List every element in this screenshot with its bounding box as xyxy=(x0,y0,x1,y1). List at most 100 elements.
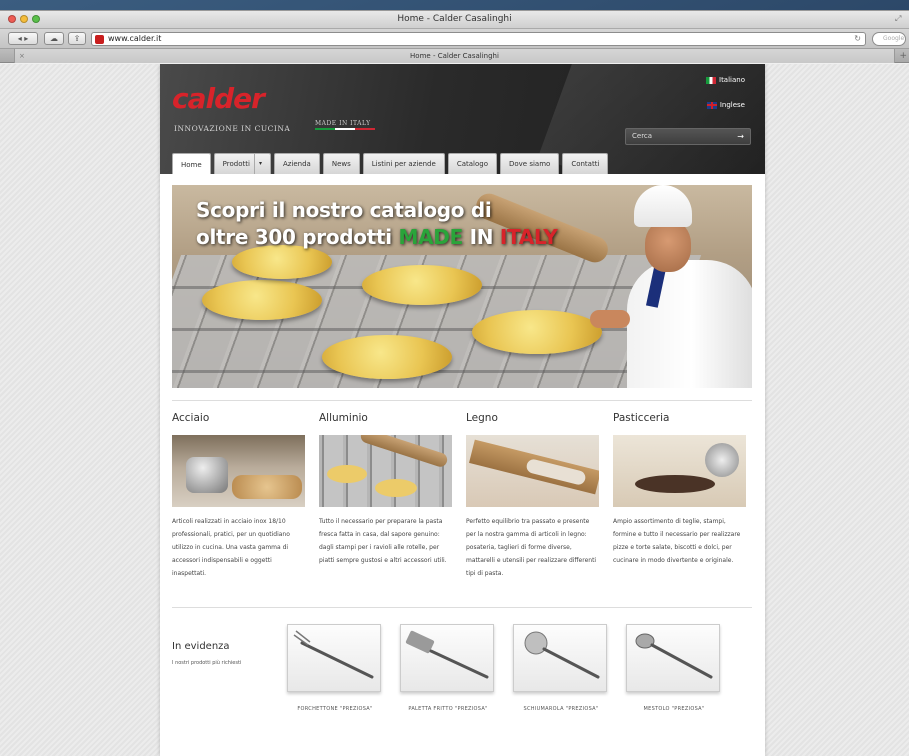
nav-home-label: Home xyxy=(181,160,202,169)
product-image[interactable] xyxy=(513,624,607,692)
rolling-pin xyxy=(359,435,449,469)
made-in-italy-badge: MADE IN ITALY xyxy=(315,120,371,127)
window-title: Home - Calder Casalinghi xyxy=(397,14,512,24)
nav-listini[interactable]: Listini per aziende xyxy=(362,153,445,174)
hero-headline: Scopri il nostro catalogo di oltre 300 p… xyxy=(196,197,558,251)
product-schiumarola[interactable]: SCHIUMAROLA "PREZIOSA" xyxy=(513,624,609,712)
nav-home[interactable]: Home xyxy=(172,153,211,174)
product-forchettone[interactable]: FORCHETTONE "PREZIOSA" xyxy=(287,624,383,712)
bread-rolls xyxy=(232,475,302,499)
title-bar: Home - Calder Casalinghi ⤢ xyxy=(0,11,909,29)
url-text: www.calder.it xyxy=(108,34,162,43)
calder-logo[interactable]: calder xyxy=(172,82,265,115)
product-label[interactable]: FORCHETTONE "PREZIOSA" xyxy=(287,706,383,712)
ravioli xyxy=(472,310,602,354)
hero-banner[interactable]: Scopri il nostro catalogo di oltre 300 p… xyxy=(172,185,752,388)
lang-italiano-label: Italiano xyxy=(719,76,745,84)
search-submit-arrow-icon[interactable]: → xyxy=(737,129,744,144)
favicon-icon xyxy=(95,35,104,44)
category-image-legno[interactable] xyxy=(466,435,599,507)
tab-bar: × Home - Calder Casalinghi + xyxy=(0,49,909,63)
fork-icon xyxy=(293,630,374,679)
flag-uk-icon xyxy=(706,101,717,109)
fullscreen-icon[interactable]: ⤢ xyxy=(895,15,903,23)
product-mestolo[interactable]: MESTOLO "PREZIOSA" xyxy=(626,624,722,712)
category-image-acciaio[interactable] xyxy=(172,435,305,507)
product-image[interactable] xyxy=(287,624,381,692)
web-page: calder INNOVAZIONE IN CUCINA MADE IN ITA… xyxy=(160,64,765,756)
nav-azienda[interactable]: Azienda xyxy=(273,153,320,174)
category-image-alluminio[interactable] xyxy=(319,435,452,507)
lang-italiano-link[interactable]: Italiano xyxy=(706,76,745,84)
tab-active[interactable]: × Home - Calder Casalinghi xyxy=(14,49,895,63)
page-viewport: calder INNOVAZIONE IN CUCINA MADE IN ITA… xyxy=(0,64,909,756)
browser-toolbar: ◂ ▸ ☁ ⇪ www.calder.it ↻ Google xyxy=(0,29,909,49)
nav-catalogo-label: Catalogo xyxy=(456,160,488,168)
nav-contatti[interactable]: Contatti xyxy=(562,153,609,174)
ravioli xyxy=(322,335,452,379)
chevron-down-icon[interactable]: ▾ xyxy=(253,154,262,174)
chef-hand xyxy=(590,310,630,328)
divider xyxy=(172,607,752,608)
product-label[interactable]: SCHIUMAROLA "PREZIOSA" xyxy=(513,706,609,712)
new-tab-button[interactable]: + xyxy=(899,49,907,63)
category-title[interactable]: Legno xyxy=(466,412,601,432)
nav-contatti-label: Contatti xyxy=(571,160,600,168)
hero-line-2-prefix: oltre 300 prodotti xyxy=(196,225,399,249)
featured-title: In evidenza xyxy=(172,641,230,652)
nav-dove-siamo-label: Dove siamo xyxy=(508,160,551,168)
chef-body xyxy=(627,260,752,388)
category-alluminio: Alluminio Tutto il necessario per prepar… xyxy=(319,412,454,567)
nav-news[interactable]: News xyxy=(322,153,360,174)
hero-line-2: oltre 300 prodotti MADE IN ITALY xyxy=(196,224,558,251)
chef-hat xyxy=(634,185,692,227)
divider xyxy=(172,400,752,401)
category-text: Perfetto equilibrio tra passato e presen… xyxy=(466,518,597,577)
ravioli xyxy=(375,479,417,497)
ravioli xyxy=(202,280,322,320)
ravioli xyxy=(327,465,367,483)
lang-inglese-link[interactable]: Inglese xyxy=(706,101,745,109)
hero-made: MADE xyxy=(398,225,463,249)
tab-title: Home - Calder Casalinghi xyxy=(410,52,499,60)
product-label[interactable]: MESTOLO "PREZIOSA" xyxy=(626,706,722,712)
category-acciaio: Acciaio Articoli realizzati in acciaio i… xyxy=(172,412,307,580)
product-label[interactable]: PALETTA FRITTO "PREZIOSA" xyxy=(400,706,496,712)
chef-face xyxy=(645,220,691,272)
site-search-placeholder: Cerca xyxy=(632,132,653,140)
nav-prodotti-label: Prodotti xyxy=(222,160,250,168)
nav-listini-label: Listini per aziende xyxy=(371,160,436,168)
share-button[interactable]: ⇪ xyxy=(68,32,86,45)
tab-close-icon[interactable]: × xyxy=(19,49,25,63)
site-search-input[interactable]: Cerca → xyxy=(625,128,751,145)
address-bar[interactable]: www.calder.it ↻ xyxy=(91,32,866,46)
browser-search-input[interactable]: Google xyxy=(872,32,906,46)
category-text: Articoli realizzati in acciaio inox 18/1… xyxy=(172,518,290,577)
nav-prodotti[interactable]: Prodotti ▾ xyxy=(213,153,271,174)
product-image[interactable] xyxy=(400,624,494,692)
nav-dove-siamo[interactable]: Dove siamo xyxy=(499,153,560,174)
steel-basket xyxy=(186,457,228,493)
nav-news-label: News xyxy=(331,160,351,168)
category-title[interactable]: Alluminio xyxy=(319,412,454,432)
product-image[interactable] xyxy=(626,624,720,692)
ravioli xyxy=(362,265,482,305)
italy-stripe xyxy=(315,128,375,130)
category-image-pasticceria[interactable] xyxy=(613,435,746,507)
chocolates xyxy=(635,475,715,493)
category-text: Tutto il necessario per preparare la pas… xyxy=(319,518,447,564)
browser-window: Home - Calder Casalinghi ⤢ ◂ ▸ ☁ ⇪ www.c… xyxy=(0,10,909,756)
back-forward-buttons[interactable]: ◂ ▸ xyxy=(8,32,38,45)
lang-inglese-label: Inglese xyxy=(719,101,745,109)
reload-icon[interactable]: ↻ xyxy=(854,34,861,43)
nav-catalogo[interactable]: Catalogo xyxy=(447,153,497,174)
nav-azienda-label: Azienda xyxy=(282,160,311,168)
category-title[interactable]: Acciaio xyxy=(172,412,307,432)
featured-subtitle: I nostri prodotti più richiesti xyxy=(172,660,242,666)
category-title[interactable]: Pasticceria xyxy=(613,412,748,432)
site-header: calder INNOVAZIONE IN CUCINA MADE IN ITA… xyxy=(160,64,765,174)
ladle-icon xyxy=(635,633,713,679)
product-paletta[interactable]: PALETTA FRITTO "PREZIOSA" xyxy=(400,624,496,712)
icloud-button[interactable]: ☁ xyxy=(44,32,64,45)
spatula-icon xyxy=(405,630,489,679)
